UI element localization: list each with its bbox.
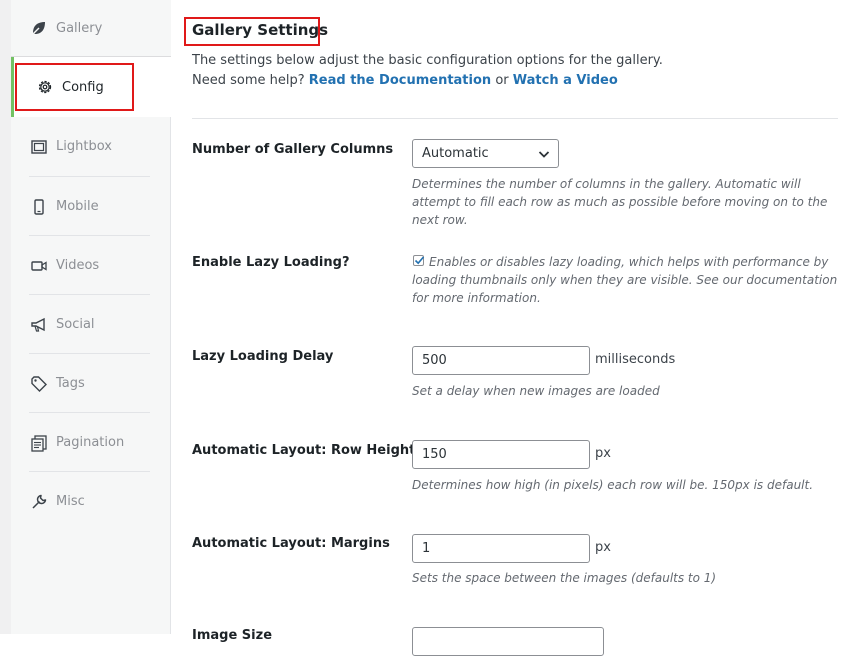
sidebar-item-videos[interactable]: Videos <box>11 236 171 295</box>
sidebar-item-label: Misc <box>56 494 85 509</box>
sidebar-item-tags[interactable]: Tags <box>11 354 171 413</box>
gear-icon <box>38 80 52 94</box>
row-height-input[interactable]: 150 <box>412 440 590 469</box>
section-divider <box>192 118 838 119</box>
tag-icon <box>31 375 47 392</box>
columns-select[interactable]: Automatic <box>412 139 559 168</box>
settings-sidebar: Gallery Config Lightbox Mobile Videos So… <box>11 0 172 634</box>
sidebar-item-label: Config <box>62 79 104 95</box>
sidebar-item-label: Lightbox <box>56 139 112 154</box>
video-icon <box>31 260 47 271</box>
sidebar-item-label: Social <box>56 317 95 332</box>
margins-unit: px <box>595 540 611 555</box>
sidebar-item-config[interactable]: Config <box>11 57 172 117</box>
image-size-label: Image Size <box>192 628 273 643</box>
row-height-description: Determines how high (in pixels) each row… <box>412 478 814 492</box>
sidebar-item-gallery[interactable]: Gallery <box>11 0 171 57</box>
margins-description: Sets the space between the images (defau… <box>412 571 717 585</box>
lazy-delay-input[interactable]: 500 <box>412 346 590 375</box>
page-title: Gallery Settings <box>192 21 329 39</box>
sidebar-item-lightbox[interactable]: Lightbox <box>11 117 171 176</box>
margins-input[interactable]: 1 <box>412 534 590 563</box>
chevron-down-icon <box>538 151 550 158</box>
columns-selected-value: Automatic <box>422 146 489 161</box>
sidebar-item-label: Mobile <box>56 199 99 214</box>
sidebar-item-label: Tags <box>56 376 85 391</box>
intro-text: The settings below adjust the basic conf… <box>192 51 663 91</box>
margins-label: Automatic Layout: Margins <box>192 536 390 551</box>
lazy-delay-description: Set a delay when new images are loaded <box>412 384 660 398</box>
row-height-unit: px <box>595 446 611 461</box>
row-height-label: Automatic Layout: Row Height <box>192 443 416 458</box>
sidebar-item-mobile[interactable]: Mobile <box>11 177 171 236</box>
help-line: Need some help? Read the Documentation o… <box>192 71 663 91</box>
lazy-delay-unit: milliseconds <box>595 352 676 367</box>
leaf-icon <box>32 22 45 35</box>
sidebar-item-label: Pagination <box>56 435 125 450</box>
megaphone-icon <box>31 317 45 332</box>
columns-label: Number of Gallery Columns <box>192 142 394 157</box>
sidebar-item-label: Gallery <box>56 20 103 36</box>
intro-description: The settings below adjust the basic conf… <box>192 53 663 68</box>
pagination-icon <box>31 434 47 452</box>
sidebar-item-pagination[interactable]: Pagination <box>11 413 171 472</box>
or-text: or <box>495 73 509 88</box>
page-left-strip <box>0 0 11 634</box>
sidebar-item-label: Videos <box>56 258 100 273</box>
lightbox-icon <box>31 139 47 154</box>
image-size-select[interactable] <box>412 627 604 656</box>
lazy-loading-label: Enable Lazy Loading? <box>192 255 350 270</box>
sidebar-item-misc[interactable]: Misc <box>11 472 171 531</box>
help-prefix: Need some help? <box>192 73 305 88</box>
mobile-icon <box>34 198 44 215</box>
watch-video-link[interactable]: Watch a Video <box>513 73 618 88</box>
lazy-loading-description: Enables or disables lazy loading, which … <box>412 255 838 305</box>
sidebar-item-social[interactable]: Social <box>11 295 171 354</box>
main-panel: Gallery Settings The settings below adju… <box>171 0 861 656</box>
lazy-delay-label: Lazy Loading Delay <box>192 349 334 364</box>
documentation-link[interactable]: Read the Documentation <box>309 73 491 88</box>
wrench-icon <box>32 494 47 509</box>
columns-description: Determines the number of columns in the … <box>412 177 828 227</box>
